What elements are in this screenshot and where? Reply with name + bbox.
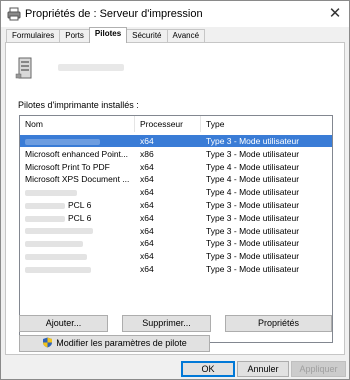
driver-processor-cell: x64 — [140, 174, 154, 185]
driver-name-cell — [25, 238, 135, 248]
driver-row[interactable]: Microsoft XPS Document ... x64 Type 4 - Mo… — [20, 173, 332, 185]
add-driver-button[interactable]: Ajouter... — [19, 315, 108, 332]
driver-processor-cell: x64 — [140, 225, 154, 236]
driver-row[interactable]: Microsoft Print To PDF x64 Type 4 - Mode u… — [20, 161, 332, 173]
column-header-type[interactable]: Type — [201, 116, 332, 132]
driver-processor-cell: x64 — [140, 238, 154, 249]
driver-row[interactable]: x64 Type 3 - Mode utilisateur — [20, 135, 332, 147]
column-header-processor[interactable]: Processeur — [135, 116, 201, 132]
tab-ports[interactable]: Ports — [59, 29, 90, 43]
driver-name-cell: PCL 6 — [25, 200, 135, 210]
driver-type-cell: Type 3 - Mode utilisateur — [206, 264, 300, 274]
redacted-driver-name — [25, 241, 83, 248]
redacted-driver-name — [25, 253, 87, 260]
uac-shield-icon — [43, 337, 53, 348]
apply-button[interactable]: Appliquer — [291, 361, 346, 377]
driver-row[interactable]: PCL 6 x64 Type 3 - Mode utilisateur — [20, 212, 332, 224]
title-bar: Propriétés de : Serveur d'impression ✕ — [1, 1, 349, 27]
driver-name: Microsoft Print To PDF — [25, 161, 110, 172]
driver-processor-cell: x64 — [140, 264, 154, 274]
driver-type-cell: Type 4 - Mode utilisateur — [206, 161, 300, 172]
redacted-driver-name — [25, 228, 93, 235]
drivers-list-header: Nom Processeur Type — [20, 116, 332, 132]
change-driver-settings-button[interactable]: Modifier les paramètres de pilote — [19, 335, 210, 352]
driver-name-cell — [25, 187, 135, 197]
tab-strip: Formulaires Ports Pilotes Sécurité Avanc… — [6, 27, 206, 43]
driver-name-cell: Microsoft Print To PDF — [25, 162, 135, 172]
print-server-properties-window: Propriétés de : Serveur d'impression ✕ F… — [0, 0, 350, 380]
server-icon — [15, 57, 32, 79]
driver-processor-cell: x64 — [140, 136, 154, 146]
driver-row[interactable]: Microsoft enhanced Point... x86 Type 3 - M… — [20, 148, 332, 160]
driver-type-cell: Type 4 - Mode utilisateur — [206, 174, 300, 185]
driver-type-cell: Type 3 - Mode utilisateur — [206, 251, 300, 262]
driver-name: Microsoft enhanced Point... — [25, 148, 129, 159]
tab-forms[interactable]: Formulaires — [6, 29, 61, 43]
column-header-name[interactable]: Nom — [20, 116, 135, 132]
driver-name-cell: Microsoft enhanced Point... — [25, 149, 135, 159]
close-button[interactable]: ✕ — [325, 4, 345, 24]
driver-name-cell: Microsoft XPS Document ... — [25, 174, 135, 184]
drivers-list[interactable]: Nom Processeur Type x64 Type 3 - Mode uti… — [19, 115, 333, 343]
driver-type-cell: Type 3 - Mode utilisateur — [206, 212, 300, 223]
driver-properties-button[interactable]: Propriétés — [225, 315, 332, 332]
driver-name-cell — [25, 251, 135, 261]
driver-name-cell: PCL 6 — [25, 213, 135, 223]
driver-row[interactable]: x64 Type 3 - Mode utilisateur — [20, 237, 332, 249]
driver-name-cell — [25, 226, 135, 236]
remove-driver-button[interactable]: Supprimer... — [122, 315, 211, 332]
driver-name: Microsoft XPS Document ... — [25, 174, 130, 185]
redacted-driver-name — [25, 202, 65, 209]
drivers-tab-panel: Pilotes d'imprimante installés : Nom Pro… — [5, 42, 345, 355]
driver-row[interactable]: x64 Type 3 - Mode utilisateur — [20, 225, 332, 237]
driver-processor-cell: x64 — [140, 251, 154, 262]
driver-row[interactable]: x64 Type 3 - Mode utilisateur — [20, 263, 332, 275]
redacted-driver-name — [25, 189, 77, 196]
driver-name-cell — [25, 264, 135, 274]
tab-advanced[interactable]: Avancé — [166, 29, 206, 43]
driver-processor-cell: x64 — [140, 200, 154, 210]
driver-type-cell: Type 3 - Mode utilisateur — [206, 238, 300, 249]
tab-security[interactable]: Sécurité — [126, 29, 168, 43]
server-name-redacted — [58, 64, 124, 71]
tab-drivers[interactable]: Pilotes — [88, 27, 128, 43]
redacted-driver-name — [25, 266, 91, 273]
change-driver-settings-label: Modifier les paramètres de pilote — [56, 338, 187, 348]
driver-type-cell: Type 3 - Mode utilisateur — [206, 225, 300, 236]
driver-name-cell — [25, 136, 135, 146]
printer-icon — [7, 7, 21, 21]
redacted-driver-name — [25, 138, 100, 145]
driver-type-cell: Type 3 - Mode utilisateur — [206, 136, 300, 146]
driver-name-suffix: PCL 6 — [68, 212, 92, 223]
driver-row[interactable]: x64 Type 3 - Mode utilisateur — [20, 250, 332, 262]
driver-processor-cell: x64 — [140, 161, 154, 172]
driver-processor-cell: x64 — [140, 187, 154, 198]
driver-type-cell: Type 4 - Mode utilisateur — [206, 187, 300, 198]
driver-type-cell: Type 3 - Mode utilisateur — [206, 200, 300, 210]
redacted-driver-name — [25, 215, 65, 222]
driver-row[interactable]: x64 Type 4 - Mode utilisateur — [20, 186, 332, 198]
driver-name-suffix: PCL 6 — [68, 200, 92, 210]
cancel-button[interactable]: Annuler — [237, 361, 289, 377]
ok-button[interactable]: OK — [181, 361, 235, 377]
driver-row[interactable]: PCL 6 x64 Type 3 - Mode utilisateur — [20, 199, 332, 211]
driver-type-cell: Type 3 - Mode utilisateur — [206, 148, 300, 159]
driver-processor-cell: x86 — [140, 148, 154, 159]
installed-drivers-label: Pilotes d'imprimante installés : — [18, 100, 139, 110]
window-title: Propriétés de : Serveur d'impression — [25, 8, 203, 20]
driver-processor-cell: x64 — [140, 212, 154, 223]
